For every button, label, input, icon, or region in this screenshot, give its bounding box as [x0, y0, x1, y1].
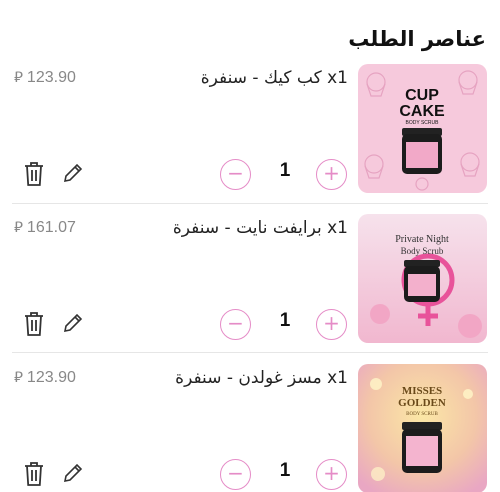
quantity-value: 1 [279, 460, 291, 481]
image-text-3: BODY SCRUB [406, 412, 438, 417]
trash-icon[interactable] [22, 161, 46, 187]
item-quantity-label: x1 [327, 218, 348, 238]
decrease-quantity-button[interactable]: − [220, 459, 251, 490]
section-title: عناصر الطلب [348, 27, 486, 51]
pencil-icon[interactable] [61, 461, 85, 485]
trash-icon[interactable] [22, 311, 46, 337]
currency-icon: ⃁ [14, 69, 23, 86]
image-text-1: CUP [405, 87, 439, 104]
item-price-value: 123.90 [26, 69, 76, 86]
item-name-text: كب كيك - سنفرة [200, 68, 322, 88]
quantity-value: 1 [279, 310, 291, 331]
image-text-2: CAKE [399, 103, 445, 120]
item-price-value: 161.07 [26, 219, 76, 236]
pencil-icon[interactable] [61, 311, 85, 335]
item-quantity-label: x1 [327, 368, 348, 388]
image-text-1: MISSES [402, 385, 442, 397]
item-price: ⃁ 161.07 [14, 218, 76, 237]
image-text-2: GOLDEN [398, 397, 446, 409]
item-price: ⃁ 123.90 [14, 68, 76, 87]
item-price-value: 123.90 [26, 369, 76, 386]
item-name-text: مسز غولدن - سنفرة [175, 368, 322, 388]
order-items-page: عناصر الطلب CUP CAKE BODY SCRUB x1 كب كي… [0, 0, 500, 492]
decrease-quantity-button[interactable]: − [220, 159, 251, 190]
item-price: ⃁ 123.90 [14, 368, 76, 387]
product-name: x1 برايفت نايت - سنفرة [173, 218, 348, 238]
decrease-quantity-button[interactable]: − [220, 309, 251, 340]
order-item: MISSES GOLDEN BODY SCRUB x1 مسز غولدن - … [0, 364, 500, 492]
increase-quantity-button[interactable]: + [316, 159, 347, 190]
image-text-2: Body Scrub [401, 246, 444, 256]
trash-icon[interactable] [22, 461, 46, 487]
pencil-icon[interactable] [61, 161, 85, 185]
increase-quantity-button[interactable]: + [316, 309, 347, 340]
image-text-1: Private Night [395, 234, 449, 245]
product-name: x1 مسز غولدن - سنفرة [175, 368, 348, 388]
item-quantity-label: x1 [327, 68, 348, 88]
order-item: Private Night Body Scrub x1 برايفت نايت … [0, 214, 500, 364]
item-name-text: برايفت نايت - سنفرة [172, 218, 322, 238]
quantity-value: 1 [279, 160, 291, 181]
product-name: x1 كب كيك - سنفرة [201, 68, 348, 88]
product-image: CUP CAKE BODY SCRUB [358, 64, 487, 193]
product-image: Private Night Body Scrub [358, 214, 487, 343]
image-text-3: BODY SCRUB [406, 120, 440, 126]
divider [12, 352, 488, 353]
currency-icon: ⃁ [14, 219, 23, 236]
order-item: CUP CAKE BODY SCRUB x1 كب كيك - سنفرة ⃁ 1… [0, 64, 500, 214]
product-image: MISSES GOLDEN BODY SCRUB [358, 364, 487, 492]
divider [12, 203, 488, 204]
increase-quantity-button[interactable]: + [316, 459, 347, 490]
currency-icon: ⃁ [14, 369, 23, 386]
